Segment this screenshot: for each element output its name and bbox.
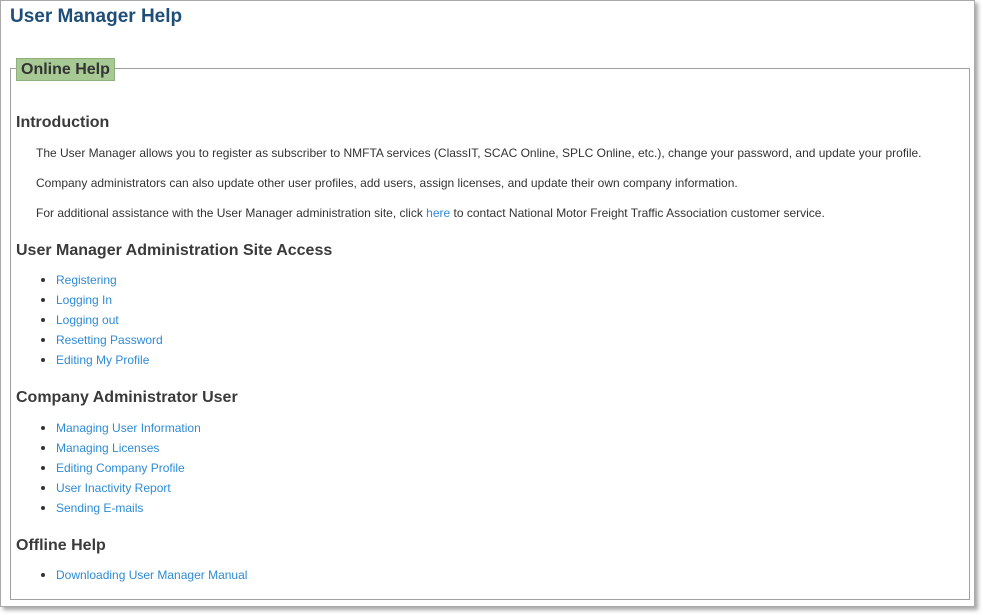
registering-link[interactable]: Registering [56,273,117,287]
list-item: Downloading User Manager Manual [16,568,247,588]
list-item: User Inactivity Report [16,481,201,501]
page-title: User Manager Help [10,6,183,27]
editing-my-profile-link[interactable]: Editing My Profile [56,353,149,367]
list-item: Managing Licenses [16,441,201,461]
section-heading-offline-help: Offline Help [16,537,106,554]
managing-licenses-link[interactable]: Managing Licenses [56,441,159,455]
bullet-icon [41,506,45,510]
bullet-icon [41,338,45,342]
intro-paragraph-2: Company administrators can also update o… [36,176,738,190]
section-heading-site-access: User Manager Administration Site Access [16,242,333,259]
bullet-icon [41,573,45,577]
list-item: Sending E-mails [16,501,201,521]
help-window: User Manager Help Online Help Introducti… [0,0,975,607]
bullet-icon [41,278,45,282]
list-item: Logging In [16,293,163,313]
bullet-icon [41,486,45,490]
editing-company-profile-link[interactable]: Editing Company Profile [56,461,185,475]
logging-out-link[interactable]: Logging out [56,313,119,327]
bullet-icon [41,466,45,470]
bullet-icon [41,426,45,430]
list-item: Editing My Profile [16,353,163,373]
site-access-list: Registering Logging In Logging out Reset… [16,273,163,373]
section-heading-introduction: Introduction [16,114,110,131]
section-heading-company-admin: Company Administrator User [16,389,238,406]
user-inactivity-report-link[interactable]: User Inactivity Report [56,481,171,495]
here-link[interactable]: here [426,206,450,220]
list-item: Registering [16,273,163,293]
resetting-password-link[interactable]: Resetting Password [56,333,163,347]
logging-in-link[interactable]: Logging In [56,293,112,307]
downloading-manual-link[interactable]: Downloading User Manager Manual [56,568,247,582]
list-item: Resetting Password [16,333,163,353]
list-item: Logging out [16,313,163,333]
intro-paragraph-3: For additional assistance with the User … [16,206,825,220]
intro-p3-text-before: For additional assistance with the User … [36,206,427,220]
bullet-icon [41,298,45,302]
intro-p3-text-after: to contact National Motor Freight Traffi… [450,206,825,220]
company-admin-list: Managing User Information Managing Licen… [16,421,201,521]
list-item: Managing User Information [16,421,201,441]
bullet-icon [41,318,45,322]
bullet-icon [41,446,45,450]
panel-legend: Online Help [16,58,115,81]
bullet-icon [41,358,45,362]
offline-help-list: Downloading User Manager Manual [16,568,247,588]
managing-user-information-link[interactable]: Managing User Information [56,421,201,435]
sending-emails-link[interactable]: Sending E-mails [56,501,143,515]
online-help-panel: Online Help Introduction The User Manage… [10,58,970,600]
list-item: Editing Company Profile [16,461,201,481]
intro-paragraph-1: The User Manager allows you to register … [36,146,922,160]
